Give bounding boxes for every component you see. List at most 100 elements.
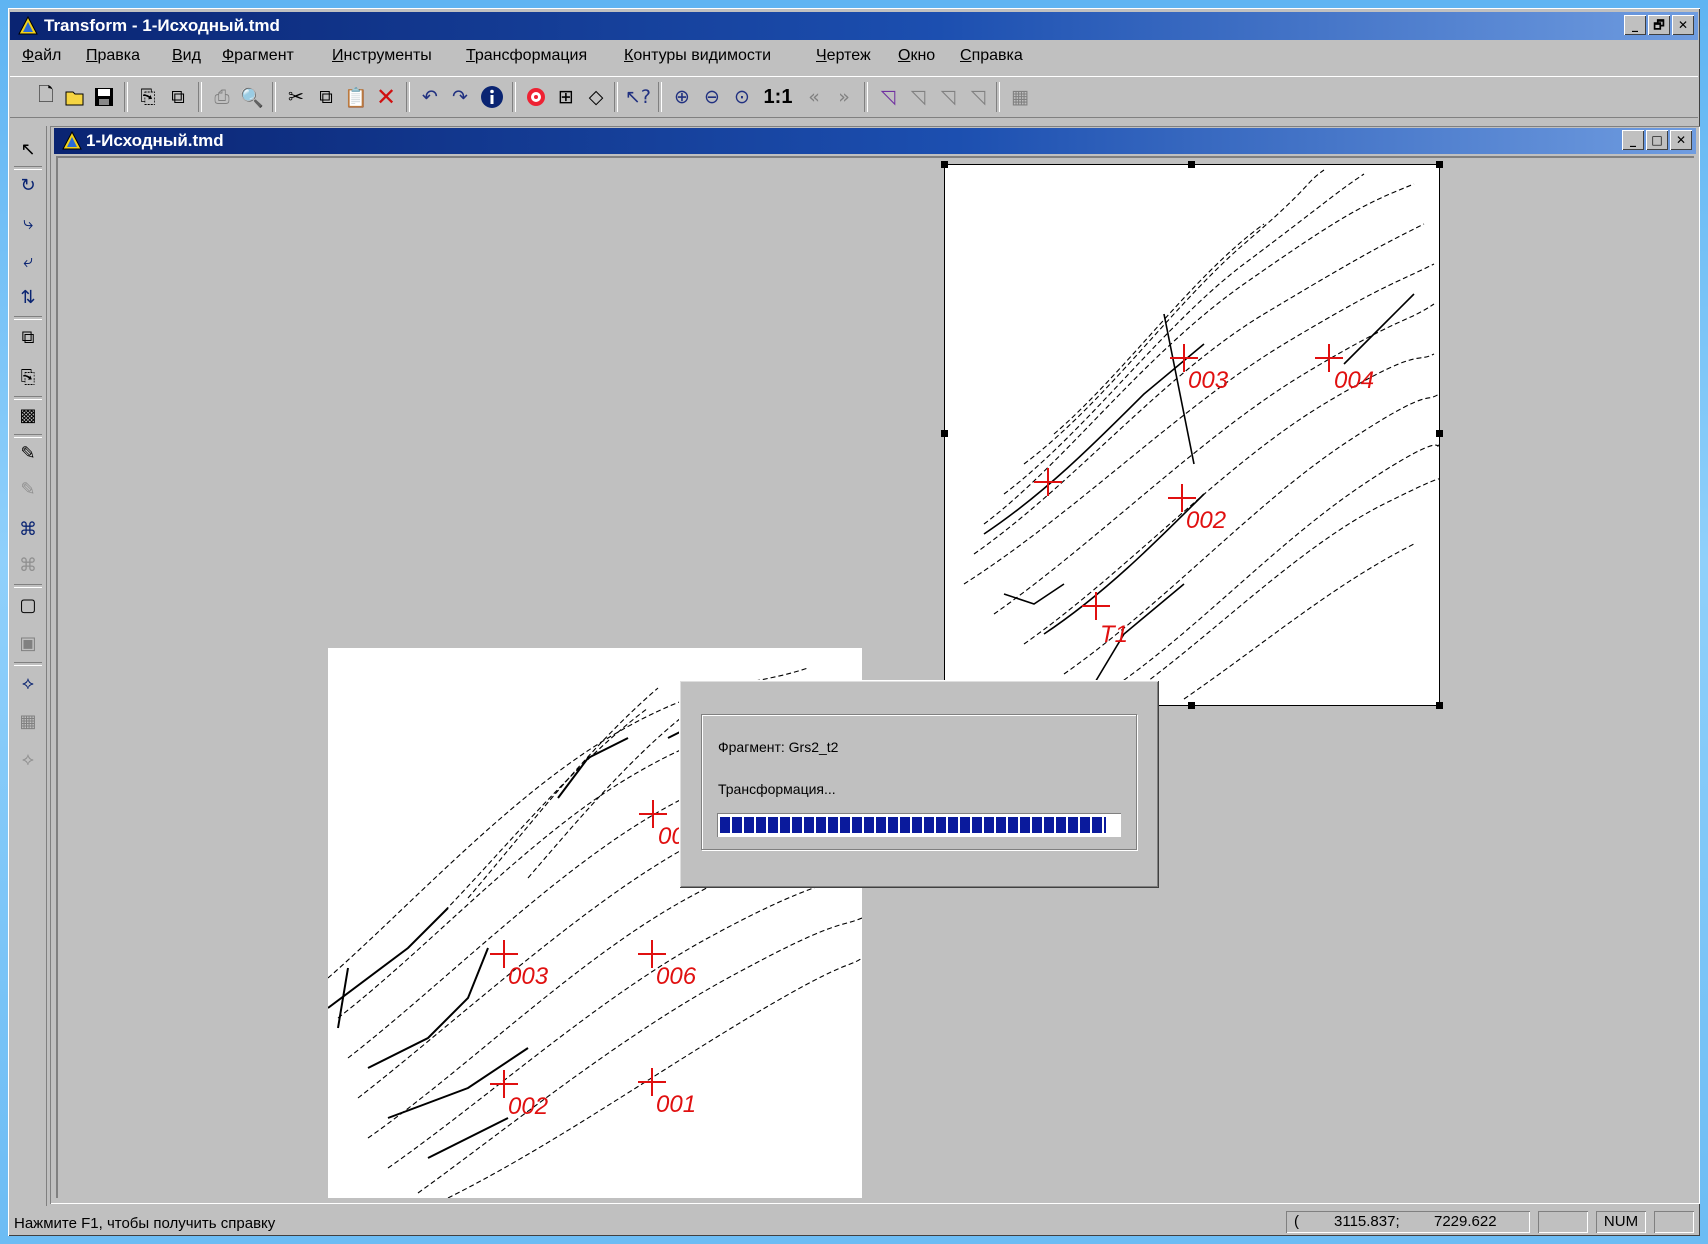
context-help-icon[interactable]: ↖? [624, 83, 652, 111]
coord-y: 7229.622 [1434, 1213, 1497, 1230]
zoom-in-icon[interactable]: ⊕ [668, 83, 696, 111]
menu-view[interactable]: Вид [172, 47, 201, 65]
progress-fill [720, 817, 1106, 833]
node-icon[interactable]: ⌘ [15, 516, 41, 542]
source-label-006: 006 [656, 963, 697, 990]
main-toolbar: 🗋 ⎘ ⧉ ⎙ 🔍 ✂ ⧉ 📋 ✕ ↶ ↷ ⊞ ◇ ↖? ⊕ ⊖ ⊙ 1:1 «… [10, 76, 1698, 118]
document-titlebar[interactable]: 1-Исходный.tmd _ □ ✕ [54, 128, 1696, 154]
pointer-icon[interactable]: ↖ [15, 136, 41, 162]
table-icon[interactable]: ⊞ [552, 83, 580, 111]
doc-minimize-button[interactable]: _ [1622, 130, 1644, 150]
selection-handle[interactable] [1188, 702, 1195, 709]
save-icon[interactable] [90, 83, 118, 111]
target-icon[interactable] [522, 83, 550, 111]
menu-fragment[interactable]: Фрагмент [222, 47, 294, 65]
menu-edit[interactable]: Правка [86, 47, 140, 65]
contour-icon-2[interactable]: ◹ [904, 83, 932, 111]
source-label-001: 001 [656, 1091, 696, 1118]
contour-icon-4[interactable]: ◹ [964, 83, 992, 111]
target-map-drawing: 003 004 002 T1 [963, 169, 1442, 700]
menu-drawing[interactable]: Чертеж [816, 47, 871, 65]
rotate-left-icon[interactable]: ⤶ [15, 248, 41, 274]
selection-handle[interactable] [1436, 161, 1443, 168]
square-tool-icon[interactable]: ▣ [15, 630, 41, 656]
rectangle-select-icon[interactable]: ▢ [15, 592, 41, 618]
delete-icon[interactable]: ✕ [372, 83, 400, 111]
document-icon [62, 131, 82, 150]
redo-icon[interactable]: ↷ [446, 83, 474, 111]
num-lock-indicator: NUM [1596, 1211, 1646, 1233]
app-title: Transform - 1-Исходный.tmd [44, 16, 280, 35]
zoom-1to1-icon[interactable]: 1:1 [760, 83, 796, 111]
fragment-edit-icon[interactable]: ⎘ [15, 364, 41, 390]
menu-transform[interactable]: Трансформация [466, 47, 587, 65]
zoom-out-icon[interactable]: ⊖ [698, 83, 726, 111]
grid-icon[interactable]: ▦ [1006, 83, 1034, 111]
selection-handle[interactable] [941, 161, 948, 168]
source-label-003: 003 [508, 963, 549, 990]
fragment-icon[interactable]: ⎘ [134, 83, 162, 111]
menu-window[interactable]: Окно [898, 47, 935, 65]
selection-handle[interactable] [1436, 430, 1443, 437]
progress-dialog: Фрагмент: Grs2_t2 Трансформация... [679, 680, 1159, 888]
paste-icon[interactable]: 📋 [342, 83, 370, 111]
fragment-move-icon[interactable]: ⧉ [15, 324, 41, 350]
selection-handle[interactable] [1436, 702, 1443, 709]
menu-tools[interactable]: Инструменты [332, 47, 432, 65]
document-title: 1-Исходный.tmd [86, 131, 224, 150]
rotate-right-icon[interactable]: ⤷ [15, 210, 41, 236]
copy-fragment-icon[interactable]: ⧉ [164, 83, 192, 111]
contour-icon-3[interactable]: ◹ [934, 83, 962, 111]
draw-disabled-icon[interactable]: ✎ [15, 476, 41, 502]
target-label-004: 004 [1334, 367, 1374, 394]
target-map-fragment[interactable]: 003 004 002 T1 [941, 161, 1443, 709]
selection-handle[interactable] [941, 430, 948, 437]
target-label-002: 002 [1186, 507, 1226, 534]
node-disabled-icon[interactable]: ⌘ [15, 552, 41, 578]
close-button[interactable]: ✕ [1672, 15, 1694, 35]
drawing-canvas[interactable]: 003 004 002 T1 003 006 002 001 Фрагмент:… [56, 156, 1694, 1198]
menu-visibility-contours[interactable]: Контуры видимости [624, 47, 771, 65]
menu-help[interactable]: Справка [960, 47, 1023, 65]
layer-icon[interactable]: ◇ [582, 83, 610, 111]
source-label-002: 002 [508, 1093, 548, 1120]
prev-icon[interactable]: « [800, 83, 828, 111]
status-panel-empty [1538, 1211, 1588, 1233]
undo-icon[interactable]: ↶ [416, 83, 444, 111]
doc-close-button[interactable]: ✕ [1670, 130, 1692, 150]
mdi-area: 1-Исходный.tmd _ □ ✕ 003 004 002 T1 003 … [50, 126, 1700, 1204]
restore-button[interactable]: 🗗 [1648, 15, 1670, 35]
fill-icon[interactable]: ▦ [15, 708, 41, 734]
app-icon [18, 16, 38, 35]
coordinates-panel: ( 3115.837; 7229.622 [1286, 1211, 1530, 1233]
flip-icon[interactable]: ⇅ [15, 284, 41, 310]
left-toolbar: ↖ ↻ ⤷ ⤶ ⇅ ⧉ ⎘ ▩ ✎ ✎ ⌘ ⌘ ▢ ▣ ⟡ ▦ ⟡ [10, 126, 47, 1206]
new-icon[interactable]: 🗋 [32, 83, 60, 111]
print-preview-icon[interactable]: 🔍 [238, 83, 266, 111]
draw-icon[interactable]: ✎ [15, 440, 41, 466]
contour-icon-1[interactable]: ◹ [874, 83, 902, 111]
polygon-disabled-icon[interactable]: ⟡ [15, 746, 41, 772]
cut-icon[interactable]: ✂ [282, 83, 310, 111]
zoom-window-icon[interactable]: ⊙ [728, 83, 756, 111]
info-icon[interactable] [478, 83, 506, 111]
minimize-button[interactable]: _ [1624, 15, 1646, 35]
target-label-t1: T1 [1100, 621, 1128, 648]
coord-x: 3115.837; [1334, 1213, 1400, 1230]
selection-handle[interactable] [1188, 161, 1195, 168]
menu-file[interactable]: Файл [22, 47, 61, 65]
progress-bar [717, 813, 1121, 837]
app-titlebar[interactable]: Transform - 1-Исходный.tmd _ 🗗 ✕ [10, 12, 1698, 40]
next-icon[interactable]: » [830, 83, 858, 111]
print-icon[interactable]: ⎙ [208, 83, 236, 111]
doc-maximize-button[interactable]: □ [1646, 130, 1668, 150]
status-panel-scroll [1654, 1211, 1694, 1233]
menu-bar: Файл Правка Вид Фрагмент Инструменты Тра… [10, 42, 1698, 70]
rotate-icon[interactable]: ↻ [15, 172, 41, 198]
copy-icon[interactable]: ⧉ [312, 83, 340, 111]
polygon-icon[interactable]: ⟡ [15, 670, 41, 696]
raster-icon[interactable]: ▩ [15, 402, 41, 428]
status-text: Трансформация... [718, 781, 836, 797]
target-label-003: 003 [1188, 367, 1229, 394]
open-icon[interactable] [62, 83, 90, 111]
